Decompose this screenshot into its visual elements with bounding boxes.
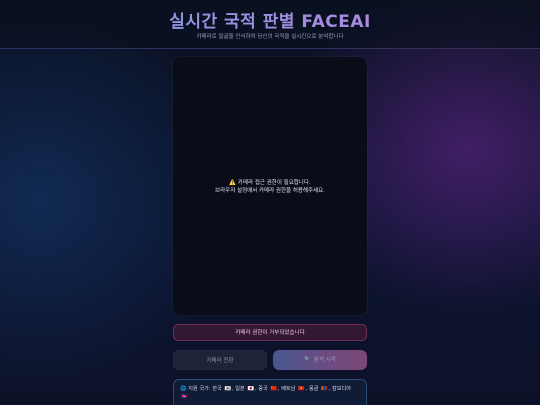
start-analysis-label: 분석 시작: [313, 357, 336, 363]
country-item: 베트남 🇻🇳,: [281, 386, 308, 392]
magnifier-icon: 🔍: [304, 357, 311, 363]
country-item: 한국 🇰🇷,: [212, 386, 234, 392]
page-subtitle: 카메라로 얼굴을 인식하여 당신의 국적을 실시간으로 분석합니다: [196, 34, 344, 40]
app-header: 실시간 국적 판별 FACEAI 카메라로 얼굴을 인식하여 당신의 국적을 실…: [0, 0, 540, 49]
error-banner: 카메라 권한이 거부되었습니다: [173, 324, 367, 341]
page-title: 실시간 국적 판별 FACEAI: [0, 7, 540, 32]
country-item: 몽골 🇲🇳,: [309, 386, 331, 392]
globe-icon: 🌐: [180, 386, 187, 392]
supported-countries-label: 지원 국가:: [188, 386, 211, 392]
switch-camera-button[interactable]: 카메라 전환: [173, 350, 267, 370]
start-analysis-button[interactable]: 🔍 분석 시작: [273, 350, 367, 370]
camera-view: ⚠️ 카메라 접근 권한이 필요합니다. 브라우저 설정에서 카메라 권한을 허…: [173, 57, 367, 315]
supported-countries-panel: 🌐 지원 국가: 한국 🇰🇷, 일본 🇯🇵, 중국 🇨🇳, 베트남 🇻🇳, 몽골…: [173, 379, 367, 405]
warning-icon: ⚠️: [229, 180, 237, 186]
camera-message-line1: 카메라 접근 권한이 필요합니다.: [237, 180, 311, 186]
camera-permission-message: ⚠️ 카메라 접근 권한이 필요합니다. 브라우저 설정에서 카메라 권한을 허…: [173, 179, 367, 195]
country-item: 중국 🇨🇳,: [258, 386, 280, 392]
country-item: 일본 🇯🇵,: [235, 386, 257, 392]
camera-message-line2: 브라우저 설정에서 카메라 권한을 허용해주세요.: [215, 188, 325, 194]
